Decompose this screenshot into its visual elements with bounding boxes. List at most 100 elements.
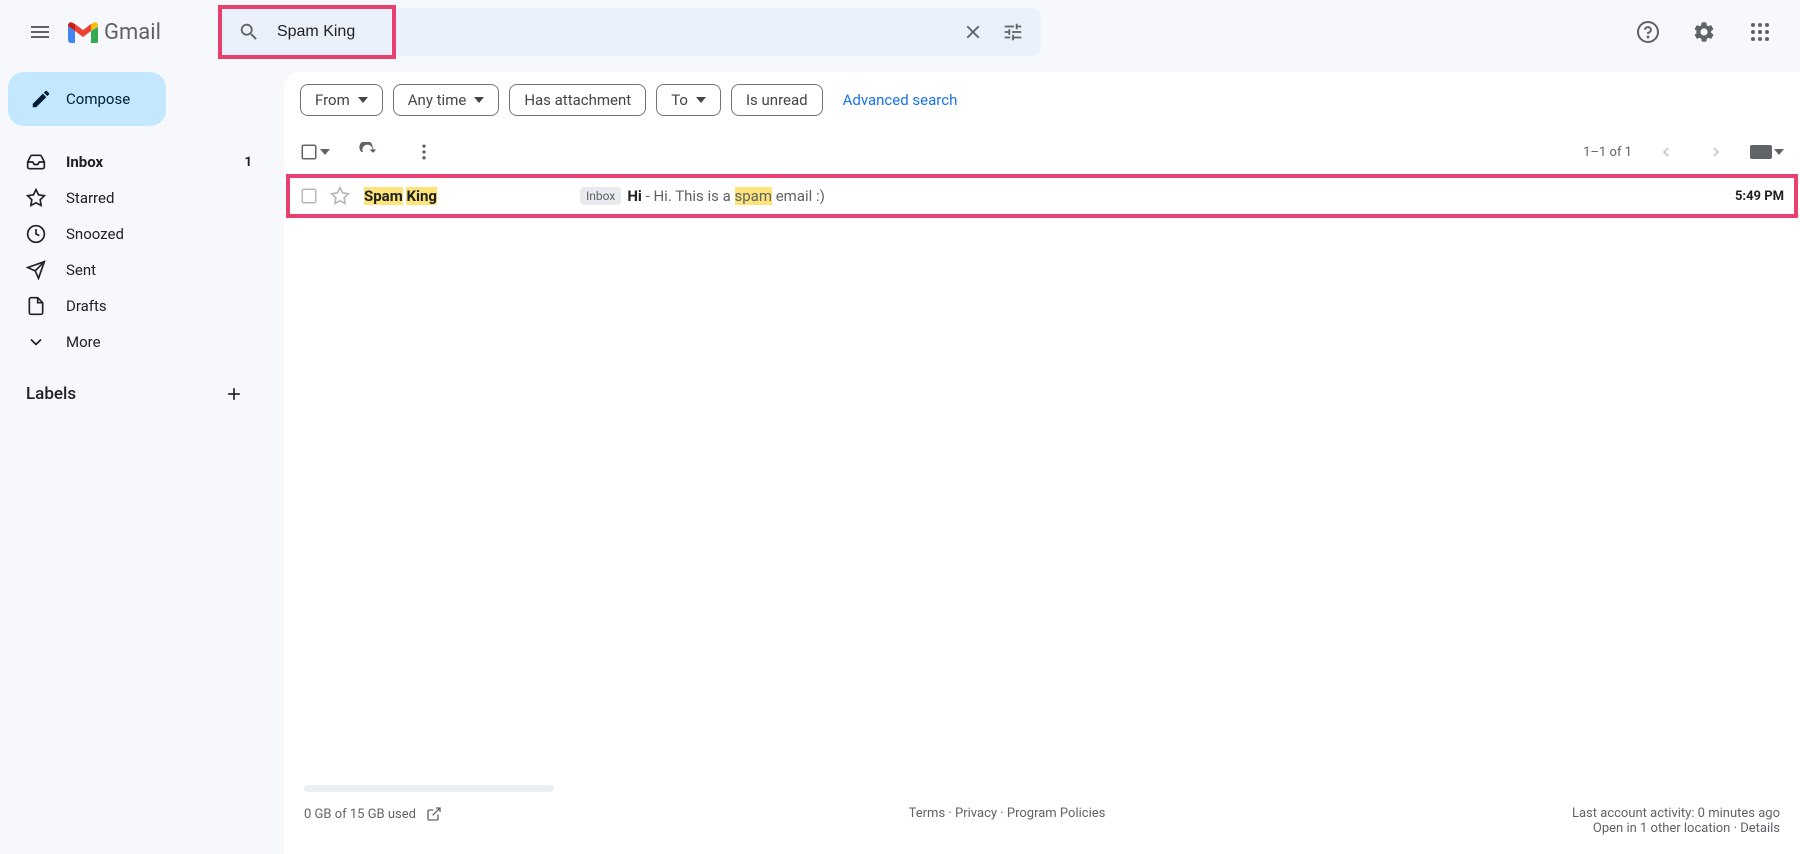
header: Gmail xyxy=(0,0,1800,64)
search-button[interactable] xyxy=(229,12,269,52)
inbox-icon xyxy=(26,152,46,172)
search-input[interactable] xyxy=(269,23,953,41)
pagination-text: 1–1 of 1 xyxy=(1583,145,1632,160)
refresh-button[interactable] xyxy=(350,134,386,170)
apps-icon xyxy=(1750,22,1770,42)
input-tools-button[interactable] xyxy=(1750,145,1784,159)
plus-icon xyxy=(224,384,244,404)
compose-button[interactable]: Compose xyxy=(8,72,166,126)
caret-down-icon xyxy=(696,97,706,103)
nav-label: Drafts xyxy=(66,297,252,315)
email-time: 5:49 PM xyxy=(1735,189,1784,204)
add-label-button[interactable] xyxy=(224,384,244,404)
main-menu-button[interactable] xyxy=(16,8,64,56)
send-icon xyxy=(26,260,46,280)
refresh-icon xyxy=(358,142,378,162)
hamburger-icon xyxy=(28,20,52,44)
storage-bar xyxy=(304,785,554,792)
header-actions xyxy=(1624,8,1784,56)
star-icon xyxy=(26,188,46,208)
search-bar xyxy=(221,8,1041,56)
caret-down-icon xyxy=(474,97,484,103)
footer-links: Terms · Privacy · Program Policies xyxy=(442,806,1572,821)
chevron-left-icon xyxy=(1657,143,1675,161)
nav-label: More xyxy=(66,333,252,351)
help-icon xyxy=(1636,20,1660,44)
search-options-button[interactable] xyxy=(993,12,1033,52)
footer: 0 GB of 15 GB used Terms · Privacy · Pro… xyxy=(284,773,1800,854)
tune-icon xyxy=(1002,21,1024,43)
email-snippet: - Hi. This is a spam email :) xyxy=(642,187,825,205)
support-button[interactable] xyxy=(1624,8,1672,56)
filter-is-unread[interactable]: Is unread xyxy=(731,84,823,116)
nav-label: Snoozed xyxy=(66,225,252,243)
nav-count: 1 xyxy=(245,155,252,170)
toolbar-right: 1–1 of 1 xyxy=(1583,136,1784,168)
sidebar-item-more[interactable]: More xyxy=(8,324,264,360)
caret-down-icon xyxy=(1774,149,1784,155)
gear-icon xyxy=(1692,20,1716,44)
compose-label: Compose xyxy=(66,90,130,108)
nav-list: Inbox 1 Starred Snoozed Sent Drafts M xyxy=(8,144,284,360)
inbox-label: Inbox xyxy=(580,187,621,205)
filter-any-time[interactable]: Any time xyxy=(393,84,500,116)
email-list: Spam King Inbox Hi - Hi. This is a spam … xyxy=(284,176,1800,216)
sidebar-item-snoozed[interactable]: Snoozed xyxy=(8,216,264,252)
more-vert-icon xyxy=(414,142,434,162)
clear-search-button[interactable] xyxy=(953,12,993,52)
toolbar: 1–1 of 1 xyxy=(284,128,1800,176)
main: Compose Inbox 1 Starred Snoozed Sent xyxy=(0,64,1800,854)
settings-button[interactable] xyxy=(1680,8,1728,56)
apps-button[interactable] xyxy=(1736,8,1784,56)
sidebar-item-drafts[interactable]: Drafts xyxy=(8,288,264,324)
filter-to[interactable]: To xyxy=(656,84,721,116)
open-in-new-icon[interactable] xyxy=(426,806,442,822)
sidebar: Compose Inbox 1 Starred Snoozed Sent xyxy=(0,64,284,854)
privacy-link[interactable]: Privacy xyxy=(955,806,997,821)
gmail-logo[interactable]: Gmail xyxy=(68,20,161,45)
checkbox-icon xyxy=(300,143,318,161)
nav-label: Sent xyxy=(66,261,252,279)
file-icon xyxy=(26,296,46,316)
email-checkbox[interactable] xyxy=(300,187,318,205)
toolbar-left xyxy=(300,134,442,170)
nav-label: Inbox xyxy=(66,153,245,171)
search-container xyxy=(221,8,1041,56)
caret-down-icon xyxy=(320,149,330,155)
filter-from[interactable]: From xyxy=(300,84,383,116)
prev-page-button[interactable] xyxy=(1650,136,1682,168)
gmail-logo-text: Gmail xyxy=(104,20,161,45)
labels-section: Labels xyxy=(8,384,264,404)
email-subject: Hi xyxy=(627,187,642,205)
advanced-search-link[interactable]: Advanced search xyxy=(843,91,958,109)
more-button[interactable] xyxy=(406,134,442,170)
gmail-icon xyxy=(68,21,98,43)
activity-text: Last account activity: 0 minutes ago xyxy=(1572,806,1780,821)
email-star[interactable] xyxy=(330,186,350,206)
filter-bar: From Any time Has attachment To Is unrea… xyxy=(284,72,1800,128)
pencil-icon xyxy=(30,88,52,110)
caret-down-icon xyxy=(358,97,368,103)
footer-storage: 0 GB of 15 GB used xyxy=(304,806,442,822)
policies-link[interactable]: Program Policies xyxy=(1007,806,1105,821)
select-all-checkbox[interactable] xyxy=(300,143,330,161)
sidebar-item-starred[interactable]: Starred xyxy=(8,180,264,216)
email-row[interactable]: Spam King Inbox Hi - Hi. This is a spam … xyxy=(284,176,1800,216)
sidebar-item-inbox[interactable]: Inbox 1 xyxy=(8,144,264,180)
star-icon xyxy=(330,186,350,206)
footer-activity: Last account activity: 0 minutes ago Ope… xyxy=(1572,806,1780,836)
filter-has-attachment[interactable]: Has attachment xyxy=(509,84,646,116)
nav-label: Starred xyxy=(66,189,252,207)
sidebar-item-sent[interactable]: Sent xyxy=(8,252,264,288)
next-page-button[interactable] xyxy=(1700,136,1732,168)
close-icon xyxy=(962,21,984,43)
content-area: From Any time Has attachment To Is unrea… xyxy=(284,72,1800,854)
chevron-right-icon xyxy=(1707,143,1725,161)
storage-text: 0 GB of 15 GB used xyxy=(304,807,416,822)
open-location-link[interactable]: Open in 1 other location xyxy=(1593,821,1730,836)
terms-link[interactable]: Terms xyxy=(909,806,946,821)
checkbox-icon xyxy=(300,187,318,205)
details-link[interactable]: Details xyxy=(1740,821,1780,836)
chevron-down-icon xyxy=(26,332,46,352)
email-sender: Spam King xyxy=(364,187,580,205)
